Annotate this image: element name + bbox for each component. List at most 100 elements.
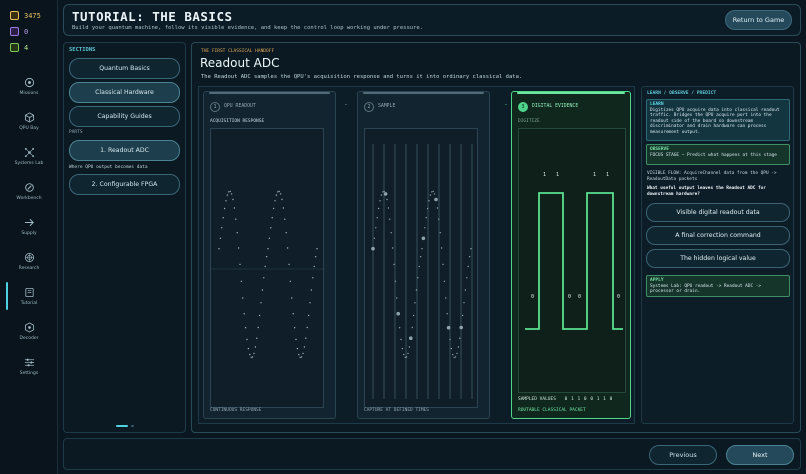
- sliders-icon: [24, 358, 34, 366]
- waveform-dot: [464, 289, 467, 291]
- waveform-dot: [278, 190, 280, 193]
- waveform-dot: [400, 338, 402, 341]
- waveform-dot: [256, 337, 258, 339]
- observe-text: FOCUS STAGE — Predict what happens at th…: [650, 153, 777, 158]
- waveform-dot: [379, 200, 381, 202]
- step-number: 3: [518, 102, 528, 112]
- next-button[interactable]: Next: [726, 445, 794, 465]
- nav-tutorial[interactable]: Tutorial: [0, 278, 58, 314]
- waveform-dot: [312, 277, 314, 279]
- reward-chip-icon: [10, 43, 19, 52]
- coins-value: 3475: [24, 11, 41, 20]
- waveform-dot: [433, 193, 436, 195]
- nav-missions[interactable]: Missions: [0, 68, 58, 104]
- waveform-dot: [251, 356, 254, 358]
- waveform-dot: [268, 237, 271, 239]
- waveform-dot: [305, 337, 307, 339]
- nav-decoder[interactable]: Decoder: [0, 313, 58, 349]
- sample-plot: [364, 128, 478, 408]
- nav-label: Supply: [21, 230, 37, 236]
- part-configurable-fpga[interactable]: 2. Configurable FPGA: [69, 174, 180, 195]
- waveform-dot: [382, 191, 384, 193]
- waveform-dot: [439, 232, 441, 234]
- waveform-dot: [230, 193, 233, 195]
- waveform-dot: [390, 232, 392, 234]
- section-capability-guides[interactable]: Capability Guides: [69, 106, 180, 127]
- section-quantum-basics[interactable]: Quantum Basics: [69, 58, 180, 79]
- waveform-dot: [434, 197, 438, 202]
- waveform-dot: [237, 247, 240, 249]
- waveform-dot: [296, 347, 299, 350]
- waveform-dot: [292, 313, 294, 315]
- waveform-dot: [291, 297, 293, 299]
- waveform-dot: [415, 289, 418, 291]
- waveform-dot: [456, 352, 458, 355]
- waveform-dot: [253, 352, 255, 355]
- radar-icon: [24, 252, 34, 262]
- previous-button[interactable]: Previous: [649, 445, 717, 465]
- reward-stat: 4: [10, 43, 28, 52]
- nav-workbench[interactable]: Workbench: [0, 173, 58, 209]
- stage-sample[interactable]: 2 SAMPLE CAPTURE AT DEFINED TIMES: [357, 91, 490, 419]
- waveform-dot: [432, 190, 434, 193]
- return-to-game-button[interactable]: Return to Game: [725, 10, 792, 30]
- bit-label: 1: [606, 172, 609, 178]
- stage-qpu-readout[interactable]: 1 QPU READOUT ACQUISITION RESPONSE CONTI…: [203, 91, 336, 419]
- waveform-dot: [243, 313, 245, 315]
- waveform-dot: [309, 302, 311, 304]
- waveform-dot: [417, 277, 419, 279]
- waveform-dot: [467, 265, 469, 268]
- pager-dot-active: [116, 424, 128, 427]
- learn-heading: LEARN: [650, 102, 664, 107]
- prediction-question: What useful output leaves the Readout AD…: [647, 186, 766, 197]
- left-nav-rail: 3475 0 4 Missions QPU Bay Systems Lab Wo…: [0, 0, 58, 474]
- nav-qpu-bay[interactable]: QPU Bay: [0, 103, 58, 139]
- waveform-dot: [453, 356, 455, 359]
- waveform-dot: [380, 194, 383, 196]
- section-classical-hardware[interactable]: Classical Hardware: [69, 82, 180, 103]
- stage-title: QPU READOUT: [224, 104, 256, 109]
- waveform-dot: [314, 256, 317, 258]
- nav-settings[interactable]: Settings: [0, 348, 58, 384]
- sampled-values-label: SAMPLED VALUES: [518, 397, 556, 402]
- nav-label: Missions: [19, 90, 39, 96]
- apply-text: Systems Lab: QPU readout -> Readout ADC …: [650, 284, 762, 295]
- answer-option-1[interactable]: Visible digital readout data: [646, 203, 790, 222]
- nav-supply[interactable]: Supply: [0, 208, 58, 244]
- waveform-dot: [267, 248, 269, 250]
- waveform-dot: [286, 247, 289, 249]
- waveform-dot: [409, 336, 413, 340]
- stage-digital-evidence[interactable]: 3 DIGITAL EVIDENCE DIGITIZE 1 1 1 1 0 0 …: [511, 91, 631, 419]
- waveform-dot: [232, 198, 234, 201]
- waveform-dot: [443, 280, 446, 282]
- waveform-dot: [310, 289, 313, 291]
- answer-option-2[interactable]: A final correction command: [646, 226, 790, 245]
- visible-flow: VISIBLE FLOW: AcquireChannel data from t…: [647, 171, 777, 182]
- waveform-dot: [226, 194, 229, 196]
- waveform-dot: [272, 207, 275, 210]
- waveform-dot: [298, 353, 300, 356]
- stage-connector-active: [504, 104, 508, 105]
- learn-card: LEARN Digitizes QPU acquire data into cl…: [646, 99, 790, 141]
- waveform-dot: [222, 217, 224, 219]
- bit-label: 0: [617, 294, 620, 300]
- bit-label: 0: [578, 294, 581, 300]
- nav-label: Workbench: [16, 195, 42, 201]
- nav-label: Research: [18, 265, 40, 271]
- sampled-values: 0 1 1 0 0 1 1 0: [564, 397, 613, 402]
- waveform-dot: [373, 237, 376, 239]
- stage-subtitle: DIGITIZE: [518, 119, 540, 124]
- nav-research[interactable]: Research: [0, 243, 58, 279]
- coin-icon: [10, 11, 19, 20]
- stage-title: SAMPLE: [378, 104, 396, 109]
- nav-systems-lab[interactable]: Systems Lab: [0, 138, 58, 174]
- answer-option-3[interactable]: The hidden logical value: [646, 249, 790, 268]
- learn-observe-predict-panel: LEARN / OBSERVE / PREDICT LEARN Digitize…: [641, 86, 794, 424]
- bit-label: 0: [568, 294, 571, 300]
- part-readout-adc[interactable]: 1. Readout ADC: [69, 140, 180, 161]
- waveform-dot: [438, 218, 440, 220]
- waveform-dot: [394, 280, 397, 282]
- sampled-waveform: [371, 144, 473, 399]
- waveform-dot: [376, 217, 378, 219]
- nav-label: Systems Lab: [14, 160, 44, 166]
